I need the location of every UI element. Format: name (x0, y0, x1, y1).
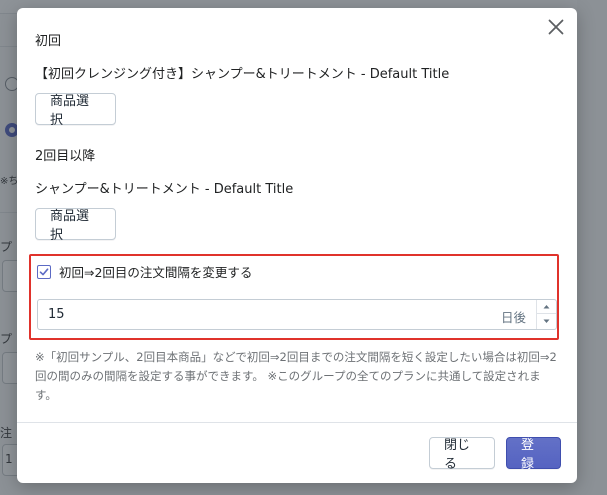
interval-help-text: ※「初回サンプル、2回目本商品」などで初回⇒2回目までの注文間隔を短く設定したい… (35, 350, 557, 402)
order-interval-modal: 初回 【初回クレンジング付き】シャンプー&トリートメント - Default T… (17, 8, 577, 483)
select-subsequent-product-button[interactable]: 商品選択 (35, 208, 116, 243)
change-interval-option[interactable]: 初回⇒2回目の注文間隔を変更する (37, 262, 252, 281)
change-interval-label: 初回⇒2回目の注文間隔を変更する (59, 265, 253, 280)
change-interval-checkbox[interactable] (37, 264, 51, 279)
register-button[interactable]: 登録 (506, 437, 561, 472)
interval-stepper (536, 300, 556, 329)
select-first-product-button[interactable]: 商品選択 (35, 93, 116, 128)
close-icon (548, 19, 564, 35)
subsequent-order-product: シャンプー&トリートメント - Default Title (35, 182, 294, 197)
interval-days-field: 日後 (37, 299, 557, 330)
interval-unit-label: 日後 (500, 310, 526, 325)
caret-up-icon (543, 305, 550, 309)
modal-close-button[interactable] (543, 14, 569, 40)
decrement-button[interactable] (537, 314, 556, 328)
checkmark-icon (39, 267, 49, 275)
interval-days-input[interactable] (48, 300, 448, 329)
first-order-product: 【初回クレンジング付き】シャンプー&トリートメント - Default Titl… (35, 67, 450, 82)
first-order-label: 初回 (35, 34, 62, 49)
increment-button[interactable] (537, 300, 556, 314)
close-button[interactable]: 閉じる (429, 437, 495, 472)
subsequent-order-label: 2回目以降 (35, 149, 96, 164)
modal-footer: 閉じる 登録 (17, 422, 577, 483)
caret-down-icon (543, 319, 550, 323)
